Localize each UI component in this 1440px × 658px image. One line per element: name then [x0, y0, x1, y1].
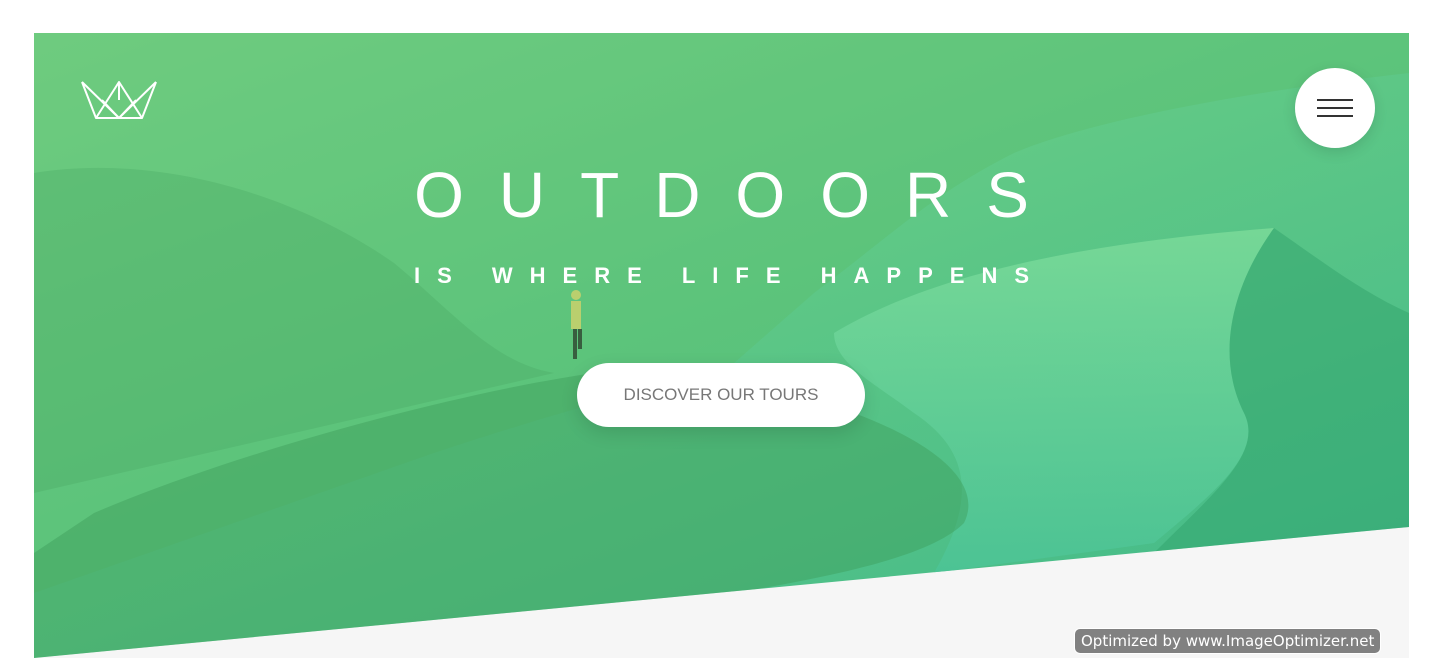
optimizer-watermark: Optimized by www.ImageOptimizer.net — [1074, 628, 1382, 654]
hero-background — [34, 33, 1409, 658]
hero-title: OUTDOORS — [414, 159, 1064, 231]
hero-landscape-image — [34, 33, 1409, 658]
hero-subtitle: IS WHERE LIFE HAPPENS — [413, 263, 1047, 288]
page: OUTDOORS IS WHERE LIFE HAPPENS DISCOVER … — [0, 0, 1440, 658]
crown-icon[interactable] — [80, 78, 158, 120]
hero-section: OUTDOORS IS WHERE LIFE HAPPENS DISCOVER … — [34, 33, 1409, 658]
hamburger-menu-icon[interactable] — [1295, 68, 1375, 148]
discover-tours-button[interactable]: DISCOVER OUR TOURS — [577, 363, 865, 427]
